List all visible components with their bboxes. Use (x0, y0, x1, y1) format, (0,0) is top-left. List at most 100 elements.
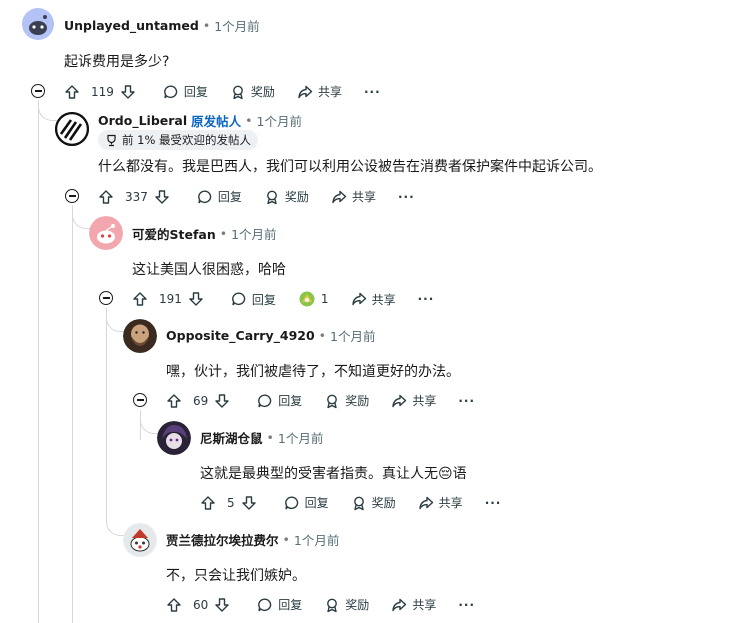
award-icon (353, 496, 364, 510)
reply-button[interactable]: 回复 (163, 83, 208, 100)
upvote-icon[interactable] (64, 84, 80, 100)
trophy-icon (107, 134, 116, 146)
collapse-thread-button[interactable] (133, 393, 147, 407)
vote-group: 119 (64, 84, 141, 100)
share-button[interactable]: 共享 (351, 291, 396, 308)
comment-actions: 5 回复 奖励 共享 ··· (200, 494, 523, 511)
upvote-icon[interactable] (98, 189, 114, 205)
upvote-icon[interactable] (166, 393, 182, 409)
award-label: 奖励 (250, 85, 275, 99)
avatar[interactable] (22, 8, 54, 40)
comment-actions: 69 回复 奖励 共享 ··· (166, 392, 497, 409)
comment-author[interactable]: 贾兰德拉尔埃拉费尔 (166, 530, 279, 549)
reply-button[interactable]: 回复 (257, 596, 302, 613)
comment-author[interactable]: 可爱的Stefan (132, 224, 216, 243)
reply-icon (258, 393, 272, 407)
more-options-button[interactable]: ··· (418, 292, 435, 306)
more-options-label: ··· (458, 597, 476, 612)
award-icon (327, 598, 338, 612)
avatar[interactable] (157, 421, 191, 455)
thread-line-level2 (106, 308, 107, 520)
comment-actions: 119 回复 奖励 共享 ··· (64, 83, 403, 100)
award-count: 1 (320, 292, 329, 306)
more-options-button[interactable]: ··· (458, 598, 475, 612)
reply-button[interactable]: 回复 (284, 494, 329, 511)
thread-curve (38, 102, 57, 121)
pink-snoo-avatar-icon (89, 216, 123, 250)
share-button[interactable]: 共享 (331, 188, 376, 205)
downvote-icon[interactable] (154, 189, 170, 205)
separator-dot: • (266, 430, 274, 445)
comment-meta: Opposite_Carry_4920 • 1个月前 (166, 326, 376, 345)
downvote-icon[interactable] (214, 393, 230, 409)
share-button[interactable]: 共享 (418, 494, 463, 511)
award-icon (327, 394, 338, 408)
award-label: 奖励 (345, 598, 370, 612)
striped-circle-avatar-icon (55, 112, 89, 146)
reply-icon (258, 597, 272, 611)
comment-time: 1个月前 (293, 533, 340, 548)
collapse-thread-button[interactable] (65, 189, 79, 203)
reply-button[interactable]: 回复 (257, 392, 302, 409)
thread-curve (72, 210, 91, 229)
comment-author[interactable]: Opposite_Carry_4920 (166, 328, 315, 343)
award-badge-icon (299, 291, 315, 307)
downvote-icon[interactable] (188, 291, 204, 307)
comment-author[interactable]: 尼斯湖仓鼠 (200, 428, 263, 447)
comment-time: 1个月前 (256, 114, 302, 129)
award-button[interactable]: 奖励 (264, 188, 309, 205)
award-icon (267, 190, 277, 204)
comment-body: 这让美国人很困惑，哈哈 (132, 262, 286, 278)
award-label: 奖励 (284, 190, 309, 204)
more-options-label: ··· (417, 292, 435, 306)
share-label: 共享 (351, 190, 376, 204)
comment-actions: 60 回复 奖励 共享 ··· (166, 596, 497, 613)
collapse-thread-button[interactable] (99, 291, 113, 305)
upvote-icon[interactable] (200, 495, 216, 511)
avatar[interactable] (55, 112, 89, 146)
vote-count: 60 (193, 597, 209, 612)
upvote-icon[interactable] (166, 597, 182, 613)
separator-dot: • (318, 328, 327, 343)
more-options-button[interactable]: ··· (485, 496, 502, 510)
award-button[interactable]: 奖励 (230, 83, 275, 100)
reply-label: 回复 (251, 292, 276, 307)
avatar[interactable] (123, 523, 157, 557)
share-icon (351, 292, 366, 306)
more-options-button[interactable]: ··· (458, 394, 475, 408)
more-options-button[interactable]: ··· (364, 85, 381, 99)
award-label: 奖励 (345, 394, 370, 408)
vote-group: 60 (166, 597, 235, 613)
reply-button[interactable]: 回复 (231, 291, 276, 308)
bearded-face-avatar-icon (123, 319, 157, 353)
award-button[interactable]: 1 (298, 290, 329, 308)
comment-meta: 尼斯湖仓鼠 • 1个月前 (200, 428, 323, 447)
share-button[interactable]: 共享 (297, 83, 342, 100)
more-options-button[interactable]: ··· (398, 190, 415, 204)
share-button[interactable]: 共享 (391, 392, 436, 409)
comment-author[interactable]: Ordo_Liberal (98, 113, 187, 128)
reply-button[interactable]: 回复 (197, 188, 242, 205)
share-label: 共享 (412, 394, 437, 408)
comment-body-text: 语 (452, 466, 467, 482)
comment-time: 1个月前 (277, 431, 324, 446)
award-button[interactable]: 奖励 (324, 392, 369, 409)
vote-count: 5 (227, 495, 235, 510)
reply-label: 回复 (217, 190, 242, 204)
share-button[interactable]: 共享 (391, 596, 436, 613)
vote-count: 337 (125, 189, 148, 204)
comment-actions: 337 回复 奖励 共享 ··· (98, 188, 437, 205)
downvote-icon[interactable] (120, 84, 136, 100)
upvote-icon[interactable] (132, 291, 148, 307)
collapse-thread-button[interactable] (31, 84, 45, 98)
avatar[interactable] (123, 319, 157, 353)
vote-group: 337 (98, 189, 175, 205)
award-button[interactable]: 奖励 (324, 596, 369, 613)
avatar[interactable] (89, 216, 123, 250)
award-button[interactable]: 奖励 (351, 494, 396, 511)
comment-author[interactable]: Unplayed_untamed (64, 18, 199, 33)
comment-body: 嘿，伙计，我们被虐待了，不知道更好的办法。 (166, 364, 460, 380)
downvote-icon[interactable] (214, 597, 230, 613)
reply-label: 回复 (304, 496, 329, 510)
downvote-icon[interactable] (241, 495, 257, 511)
